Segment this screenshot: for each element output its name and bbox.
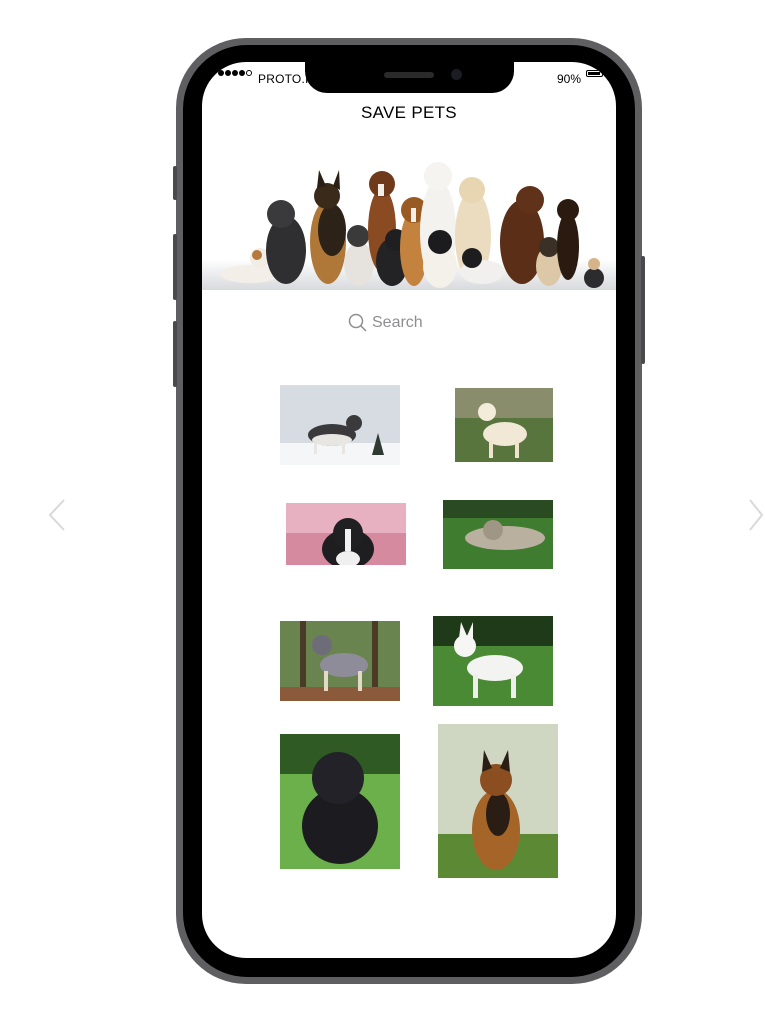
pet-photo-golden-retriever[interactable] (455, 388, 553, 462)
front-camera (451, 69, 462, 80)
dog-group-banner-icon (220, 162, 604, 288)
speaker-grille (384, 72, 434, 78)
pet-photo-australian-shepherd[interactable] (280, 621, 400, 701)
golden-retriever-photo-icon (455, 388, 553, 462)
chevron-left-icon (48, 499, 65, 531)
phone-screen: PROTO.IO 90% SAVE PETS Search (202, 62, 616, 958)
pet-photo-border-collie[interactable] (286, 503, 406, 565)
white-shepherd-photo-icon (433, 616, 553, 706)
search-placeholder: Search (372, 314, 423, 331)
hero-banner (202, 150, 616, 290)
husky-photo-icon (280, 385, 400, 465)
volume-down-button (173, 321, 177, 387)
previous-arrow[interactable] (46, 498, 66, 532)
pet-photo-husky[interactable] (280, 385, 400, 465)
chevron-right-icon (749, 499, 764, 531)
volume-up-button (173, 234, 177, 300)
border-collie-photo-icon (286, 503, 406, 565)
pet-photo-newfoundland-puppy[interactable] (280, 734, 400, 869)
power-button (641, 256, 645, 364)
pet-photo-white-shepherd[interactable] (433, 616, 553, 706)
keeshond-photo-icon (443, 500, 553, 569)
notch (305, 62, 514, 93)
german-shepherd-photo-icon (438, 724, 558, 878)
search-icon (348, 313, 367, 332)
pet-photo-german-shepherd[interactable] (438, 724, 558, 878)
page-title: SAVE PETS (361, 103, 457, 122)
search-field[interactable]: Search (348, 312, 478, 334)
pet-photo-keeshond[interactable] (443, 500, 553, 569)
mute-switch (173, 166, 177, 200)
battery-icon (586, 70, 603, 77)
signal-strength-icon (218, 70, 252, 76)
next-arrow[interactable] (748, 498, 765, 532)
battery-percentage: 90% (557, 72, 582, 86)
australian-shepherd-photo-icon (280, 621, 400, 701)
newfoundland-puppy-photo-icon (280, 734, 400, 869)
battery-level (588, 72, 600, 75)
